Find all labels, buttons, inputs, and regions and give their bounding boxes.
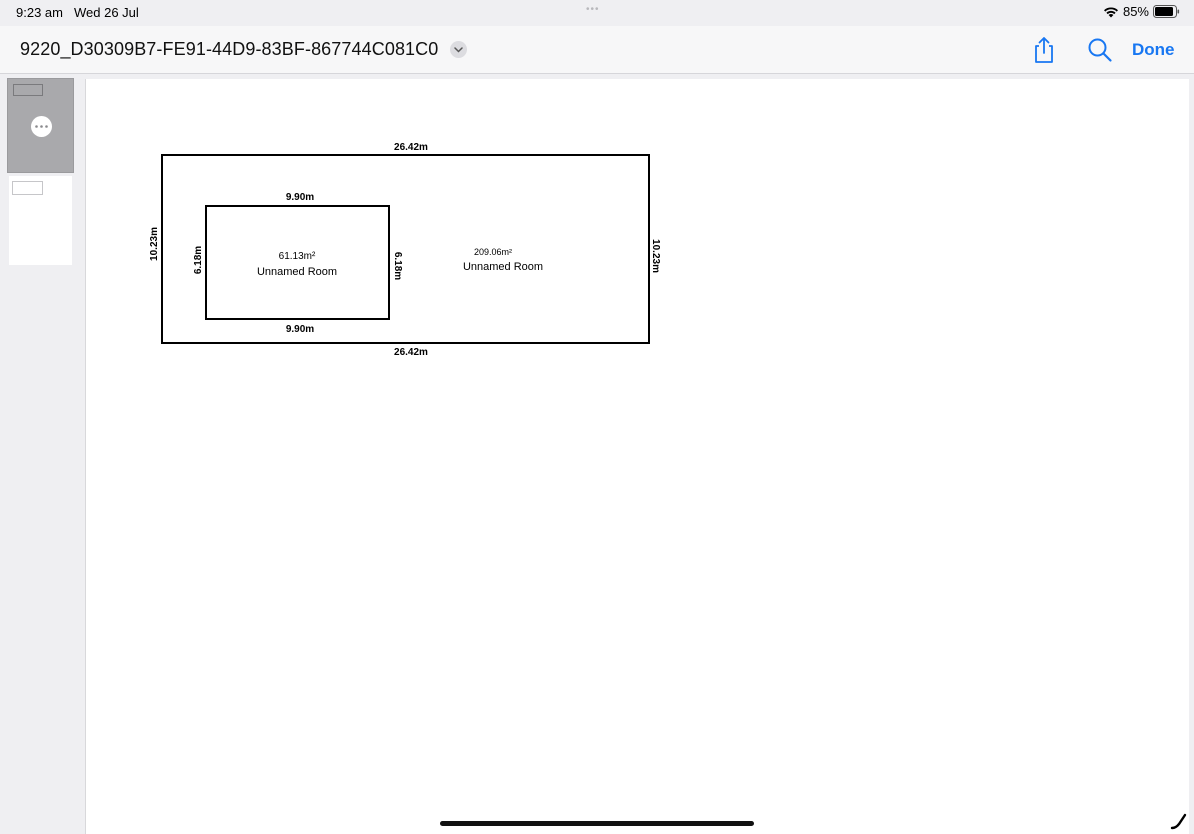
outer-left-dimension: 10.23m: [149, 227, 160, 261]
share-icon[interactable]: [1031, 36, 1057, 64]
thumbnail-sidebar: [0, 75, 82, 834]
outer-room-area: 209.06m²: [474, 247, 512, 257]
thumbnail-preview: [12, 181, 43, 195]
more-button[interactable]: [31, 116, 52, 137]
inner-room-area: 61.13m²: [279, 251, 316, 262]
document-page: 26.42m 26.42m 10.23m 10.23m 9.90m 9.90m …: [85, 79, 1189, 834]
inner-room-name: Unnamed Room: [257, 266, 337, 278]
thumbnail-preview: [13, 84, 43, 96]
more-icon: [35, 125, 48, 128]
document-title[interactable]: 9220_D30309B7-FE91-44D9-83BF-867744C081C…: [20, 39, 438, 60]
inner-room-outline: [205, 205, 390, 320]
outer-room-outline: [161, 154, 650, 344]
done-button[interactable]: Done: [1132, 40, 1175, 60]
status-right: 85%: [1103, 4, 1180, 19]
status-date: Wed 26 Jul: [74, 5, 139, 20]
wifi-icon: [1103, 6, 1118, 17]
battery-icon: [1153, 5, 1180, 18]
outer-top-dimension: 26.42m: [394, 142, 428, 153]
page-thumbnail-1[interactable]: [7, 78, 74, 173]
inner-bottom-dimension: 9.90m: [286, 324, 314, 335]
floor-plan: 26.42m 26.42m 10.23m 10.23m 9.90m 9.90m …: [149, 142, 661, 358]
outer-room-name: Unnamed Room: [463, 261, 543, 273]
pencil-icon: [1170, 813, 1187, 830]
outer-right-dimension: 10.23m: [650, 239, 661, 273]
home-indicator[interactable]: [440, 821, 754, 826]
page-thumbnail-2[interactable]: [9, 176, 72, 265]
search-icon[interactable]: [1087, 37, 1113, 63]
inner-left-dimension: 6.18m: [193, 246, 204, 274]
battery-percentage: 85%: [1122, 4, 1149, 19]
multitasking-dots-icon[interactable]: •••: [586, 4, 600, 15]
status-bar: 9:23 am Wed 26 Jul ••• 85%: [0, 0, 1194, 26]
navigation-bar: 9220_D30309B7-FE91-44D9-83BF-867744C081C…: [0, 26, 1194, 74]
inner-right-dimension: 6.18m: [392, 252, 403, 280]
status-time: 9:23 am: [16, 5, 63, 20]
outer-bottom-dimension: 26.42m: [394, 347, 428, 358]
inner-top-dimension: 9.90m: [286, 192, 314, 203]
title-menu-button[interactable]: [450, 41, 467, 58]
chevron-down-icon: [454, 46, 463, 53]
